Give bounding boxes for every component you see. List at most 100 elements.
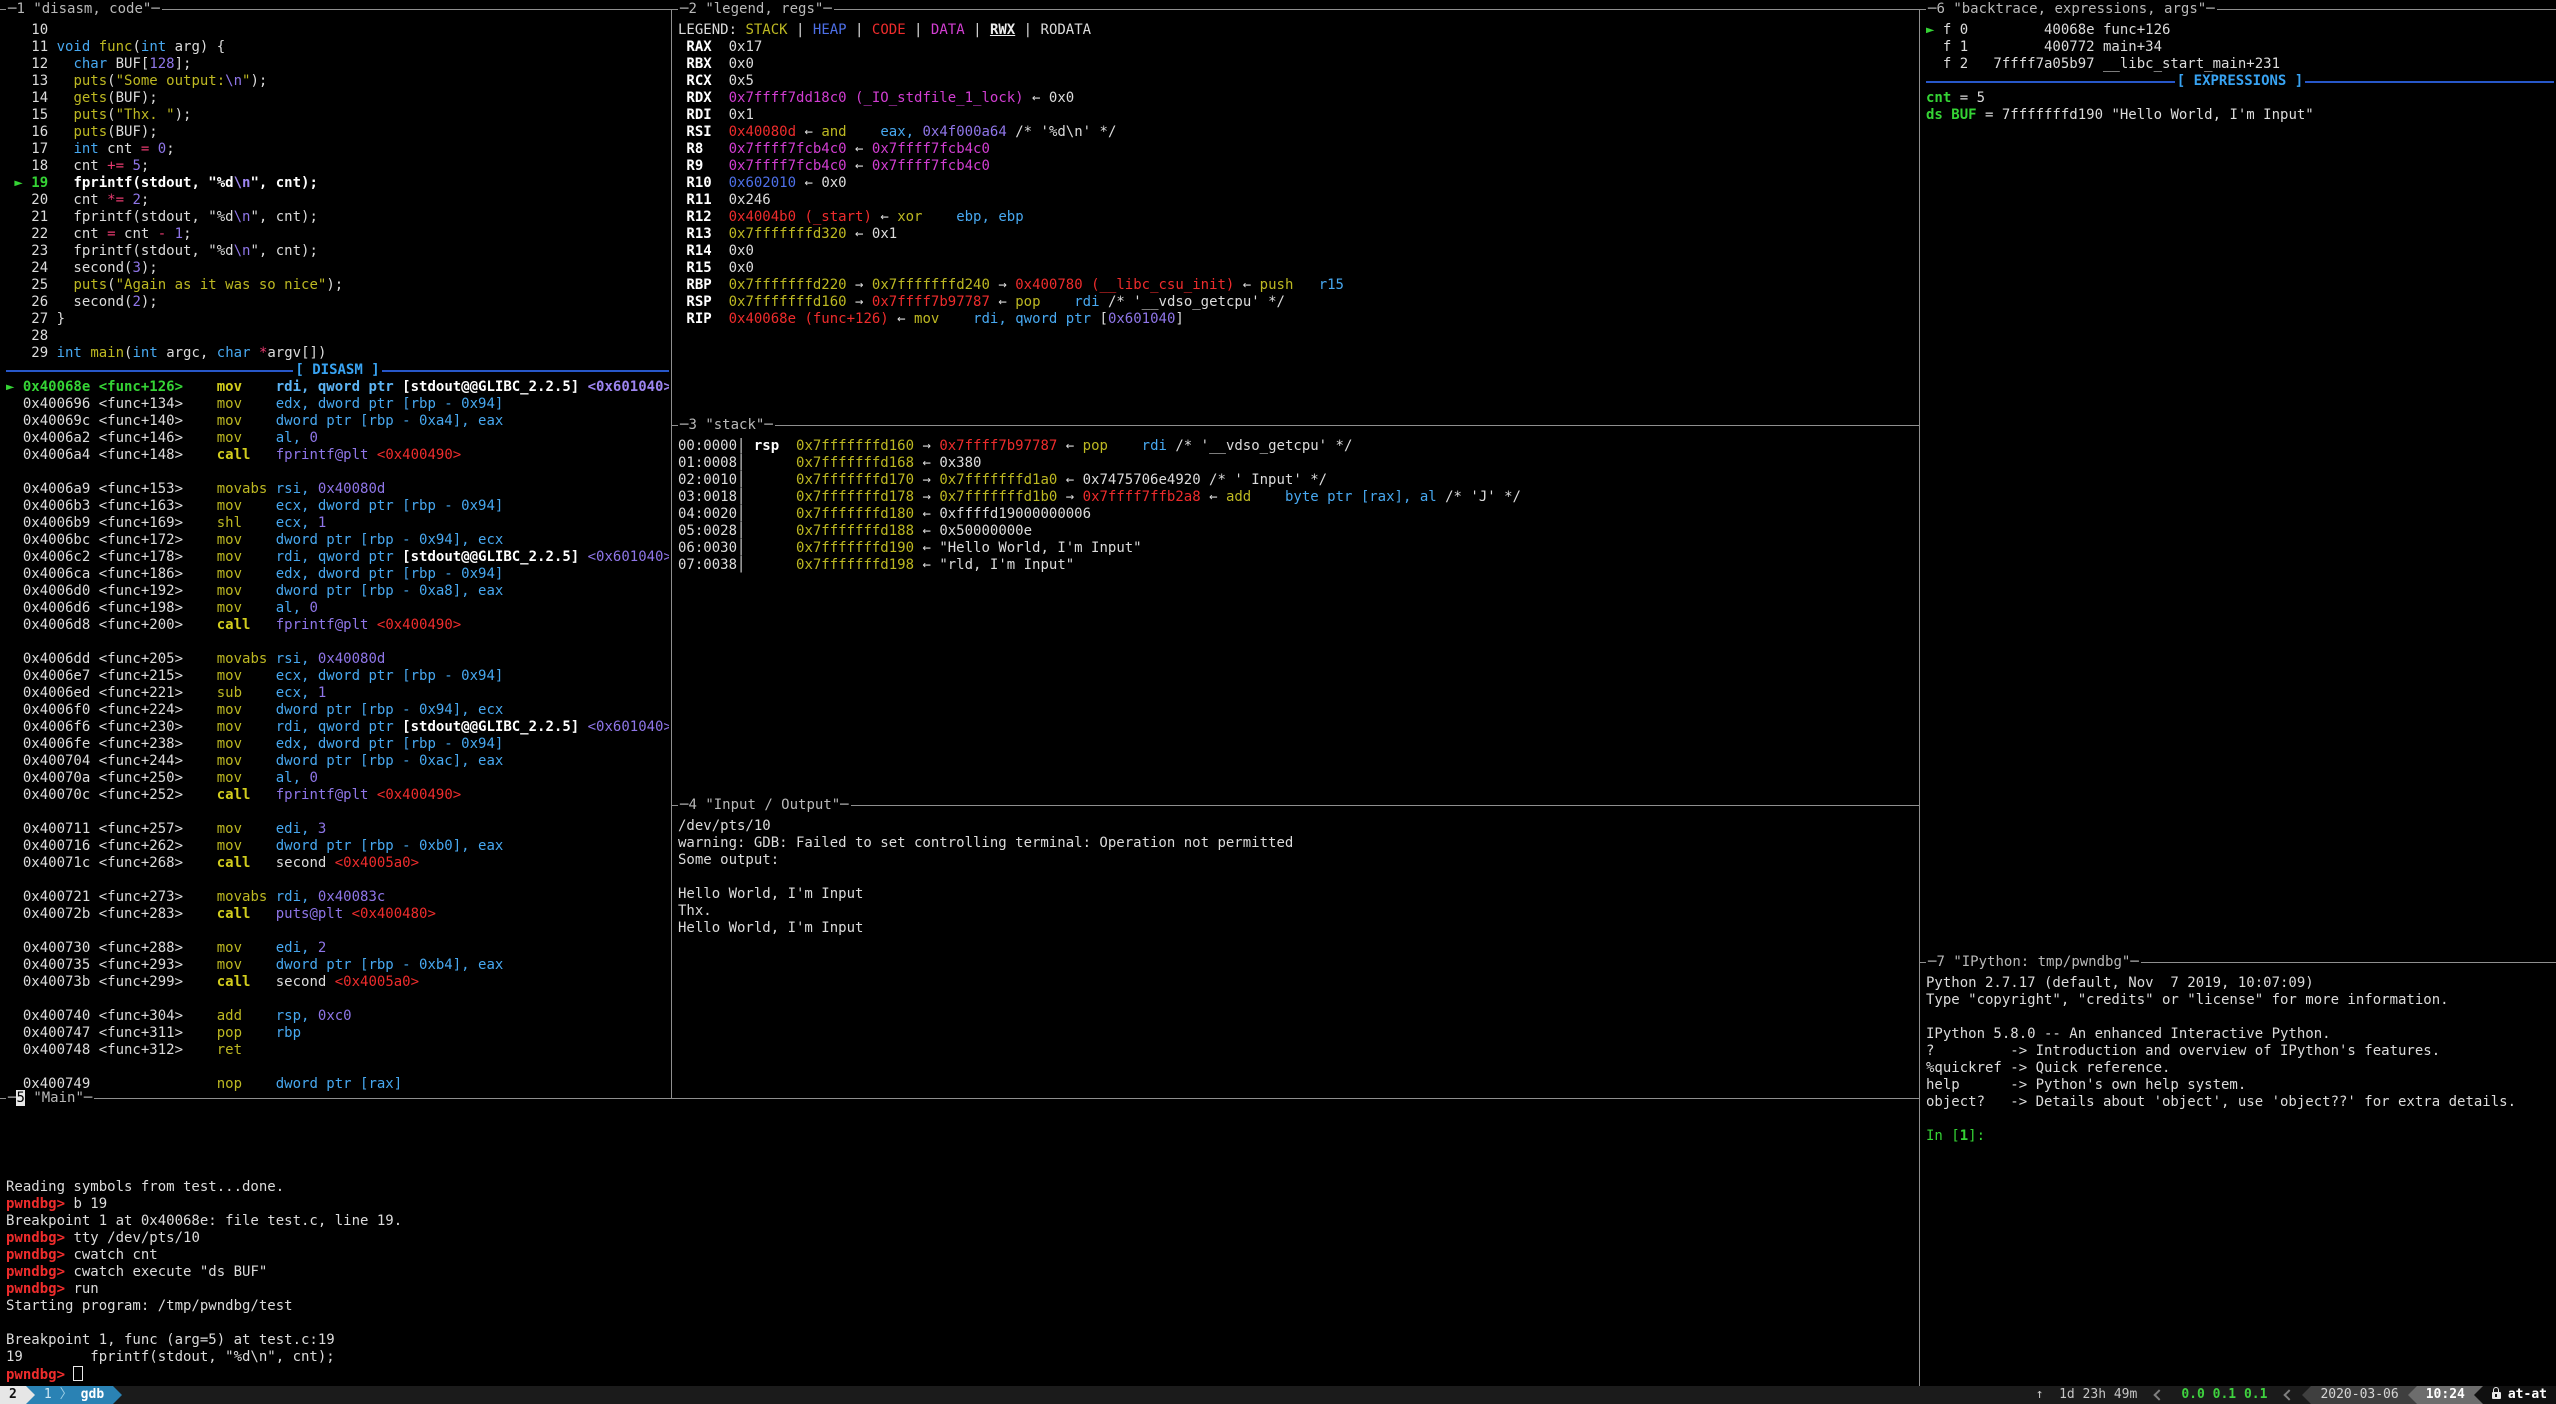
terminal-line: 0x4006b3 <func+163> mov ecx, dword ptr [… bbox=[6, 498, 669, 515]
status-right: ↑ 1d 23h 49m 0.0 0.1 0.1 2020-03-06 10:2… bbox=[2027, 1386, 2556, 1404]
terminal-line: 10 bbox=[6, 22, 669, 39]
terminal-line: 0x4006c2 <func+178> mov rdi, qword ptr [… bbox=[6, 549, 669, 566]
terminal-line: RDX 0x7ffff7dd18c0 (_IO_stdfile_1_lock) … bbox=[678, 90, 1917, 107]
window-index: 1 bbox=[44, 1386, 52, 1404]
terminal-line: 19 fprintf(stdout, "%d\n", cnt); bbox=[6, 1349, 1917, 1366]
terminal-line: Hello World, I'm Input bbox=[678, 886, 1917, 903]
pane-title-main: ─5 "Main"─ bbox=[6, 1090, 94, 1107]
terminal-line: R8 0x7ffff7fcb4c0 ← 0x7ffff7fcb4c0 bbox=[678, 141, 1917, 158]
terminal-line: pwndbg> b 19 bbox=[6, 1196, 1917, 1213]
terminal-line: Python 2.7.17 (default, Nov 7 2019, 10:0… bbox=[1926, 975, 2554, 992]
terminal-line: 0x40072b <func+283> call puts@plt <0x400… bbox=[6, 906, 669, 923]
terminal-line: pwndbg> run bbox=[6, 1281, 1917, 1298]
terminal-line: R11 0x246 bbox=[678, 192, 1917, 209]
terminal-line: 22 cnt = cnt - 1; bbox=[6, 226, 669, 243]
terminal-line: 0x4006a4 <func+148> call fprintf@plt <0x… bbox=[6, 447, 669, 464]
terminal-line: 0x400704 <func+244> mov dword ptr [rbp -… bbox=[6, 753, 669, 770]
main-console-content: Reading symbols from test...done.pwndbg>… bbox=[6, 1111, 1917, 1386]
pane-input-output[interactable]: ─4 "Input / Output"─ /dev/pts/10warning:… bbox=[671, 805, 1919, 1098]
powerline-separator-icon bbox=[2302, 1386, 2311, 1404]
pane-stack[interactable]: ─3 "stack"─ 00:0000│ rsp 0x7fffffffd160 … bbox=[671, 425, 1919, 805]
terminal-line: 04:0020│ 0x7fffffffd180 ← 0xffffd1900000… bbox=[678, 506, 1917, 523]
terminal-line: f 2 7ffff7a05b97 __libc_start_main+231 bbox=[1926, 56, 2554, 73]
terminal-line bbox=[6, 1111, 1917, 1128]
stack-content: 00:0000│ rsp 0x7fffffffd160 → 0x7ffff7b9… bbox=[678, 438, 1917, 805]
terminal-line bbox=[6, 872, 669, 889]
terminal-line: LEGEND: STACK | HEAP | CODE | DATA | RWX… bbox=[678, 22, 1917, 39]
terminal-line: 0x400730 <func+288> mov edi, 2 bbox=[6, 940, 669, 957]
status-hostname: at-at bbox=[2483, 1386, 2556, 1404]
chevron-left-icon bbox=[2284, 1389, 2295, 1400]
terminal-line: 0x400735 <func+293> mov dword ptr [rbp -… bbox=[6, 957, 669, 974]
terminal-line: 16 puts(BUF); bbox=[6, 124, 669, 141]
terminal-line: 0x40073b <func+299> call second <0x4005a… bbox=[6, 974, 669, 991]
tmux-session-badge[interactable]: 2 bbox=[0, 1386, 26, 1404]
terminal-line: 0x4006e7 <func+215> mov ecx, dword ptr [… bbox=[6, 668, 669, 685]
terminal-line: 21 fprintf(stdout, "%d\n", cnt); bbox=[6, 209, 669, 226]
pane-disasm-code[interactable]: ─1 "disasm, code"─ 10 11 void func(int a… bbox=[0, 9, 671, 1098]
terminal-line bbox=[6, 991, 669, 1008]
section-divider: [ EXPRESSIONS ] bbox=[1926, 73, 2554, 90]
ipython-content: Python 2.7.17 (default, Nov 7 2019, 10:0… bbox=[1926, 975, 2554, 1386]
section-divider: [ DISASM ] bbox=[6, 362, 669, 379]
uptime-indicator: ↑ 1d 23h 49m bbox=[2027, 1386, 2147, 1404]
terminal-line: ► 19 fprintf(stdout, "%d\n", cnt); bbox=[6, 175, 669, 192]
terminal-line: ► 0x40068e <func+126> mov rdi, qword ptr… bbox=[6, 379, 669, 396]
terminal-line: In [1]: bbox=[1926, 1128, 2554, 1145]
terminal-line: 0x4006bc <func+172> mov dword ptr [rbp -… bbox=[6, 532, 669, 549]
terminal-line: Thx. bbox=[678, 903, 1917, 920]
terminal-line: 27 } bbox=[6, 311, 669, 328]
terminal-line: 17 int cnt = 0; bbox=[6, 141, 669, 158]
terminal-line: ► f 0 40068e func+126 bbox=[1926, 22, 2554, 39]
terminal-line: 0x4006d0 <func+192> mov dword ptr [rbp -… bbox=[6, 583, 669, 600]
terminal-line: R15 0x0 bbox=[678, 260, 1917, 277]
terminal-line: 0x400716 <func+262> mov dword ptr [rbp -… bbox=[6, 838, 669, 855]
terminal-line bbox=[6, 923, 669, 940]
terminal-line: 18 cnt += 5; bbox=[6, 158, 669, 175]
terminal-line: R12 0x4004b0 (_start) ← xor ebp, ebp bbox=[678, 209, 1917, 226]
terminal-line bbox=[6, 1162, 1917, 1179]
tmux-terminal-screen: ─1 "disasm, code"─ 10 11 void func(int a… bbox=[0, 0, 2556, 1404]
terminal-line: 25 puts("Again as it was so nice"); bbox=[6, 277, 669, 294]
terminal-line: Hello World, I'm Input bbox=[678, 920, 1917, 937]
terminal-line bbox=[678, 869, 1917, 886]
chevron-right-icon: 〉 bbox=[60, 1386, 73, 1404]
terminal-line: 03:0018│ 0x7fffffffd178 → 0x7fffffffd1b0… bbox=[678, 489, 1917, 506]
pane-ipython[interactable]: ─7 "IPython: tmp/pwndbg"─ Python 2.7.17 … bbox=[1919, 962, 2556, 1386]
terminal-line: RAX 0x17 bbox=[678, 39, 1917, 56]
terminal-line: RSP 0x7fffffffd160 → 0x7ffff7b97787 ← po… bbox=[678, 294, 1917, 311]
terminal-line: 01:0008│ 0x7fffffffd168 ← 0x380 bbox=[678, 455, 1917, 472]
terminal-line: Some output: bbox=[678, 852, 1917, 869]
terminal-line bbox=[6, 634, 669, 651]
terminal-line: 0x4006d6 <func+198> mov al, 0 bbox=[6, 600, 669, 617]
terminal-line: 11 void func(int arg) { bbox=[6, 39, 669, 56]
powerline-separator-icon bbox=[26, 1386, 35, 1404]
tmux-window-tab-gdb[interactable]: 1〉gdb bbox=[35, 1386, 113, 1404]
terminal-line: pwndbg> bbox=[6, 1366, 1917, 1383]
terminal-line: RSI 0x40080d ← and eax, 0x4f000a64 /* '%… bbox=[678, 124, 1917, 141]
powerline-separator-icon bbox=[113, 1386, 122, 1404]
pane-title-io: ─4 "Input / Output"─ bbox=[678, 797, 851, 814]
terminal-line bbox=[1926, 1111, 2554, 1128]
backtrace-content: ► f 0 40068e func+126 f 1 400772 main+34… bbox=[1926, 22, 2554, 962]
terminal-line: 0x4006f0 <func+224> mov dword ptr [rbp -… bbox=[6, 702, 669, 719]
text-cursor bbox=[73, 1366, 83, 1381]
chevron-left-icon bbox=[2154, 1389, 2165, 1400]
terminal-line: IPython 5.8.0 -- An enhanced Interactive… bbox=[1926, 1026, 2554, 1043]
terminal-line: 23 fprintf(stdout, "%d\n", cnt); bbox=[6, 243, 669, 260]
pane-backtrace-expressions[interactable]: ─6 "backtrace, expressions, args"─ ► f 0… bbox=[1919, 9, 2556, 962]
terminal-line: 0x4006b9 <func+169> shl ecx, 1 bbox=[6, 515, 669, 532]
terminal-line: 0x40071c <func+268> call second <0x4005a… bbox=[6, 855, 669, 872]
terminal-line: 0x4006ca <func+186> mov edx, dword ptr [… bbox=[6, 566, 669, 583]
terminal-line: 06:0030│ 0x7fffffffd190 ← "Hello World, … bbox=[678, 540, 1917, 557]
status-date: 2020-03-06 bbox=[2311, 1386, 2407, 1404]
terminal-line: 0x4006dd <func+205> movabs rsi, 0x40080d bbox=[6, 651, 669, 668]
pane-registers[interactable]: ─2 "legend, regs"─ LEGEND: STACK | HEAP … bbox=[671, 9, 1919, 425]
terminal-line: pwndbg> cwatch execute "ds BUF" bbox=[6, 1264, 1917, 1281]
pane-main-gdb-console[interactable]: ─5 "Main"─ Reading symbols from test...d… bbox=[0, 1098, 1919, 1386]
terminal-line: 12 char BUF[128]; bbox=[6, 56, 669, 73]
terminal-line: 02:0010│ 0x7fffffffd170 → 0x7fffffffd1a0… bbox=[678, 472, 1917, 489]
terminal-line bbox=[6, 1145, 1917, 1162]
lock-icon bbox=[2492, 1392, 2501, 1399]
terminal-line: 0x40070c <func+252> call fprintf@plt <0x… bbox=[6, 787, 669, 804]
